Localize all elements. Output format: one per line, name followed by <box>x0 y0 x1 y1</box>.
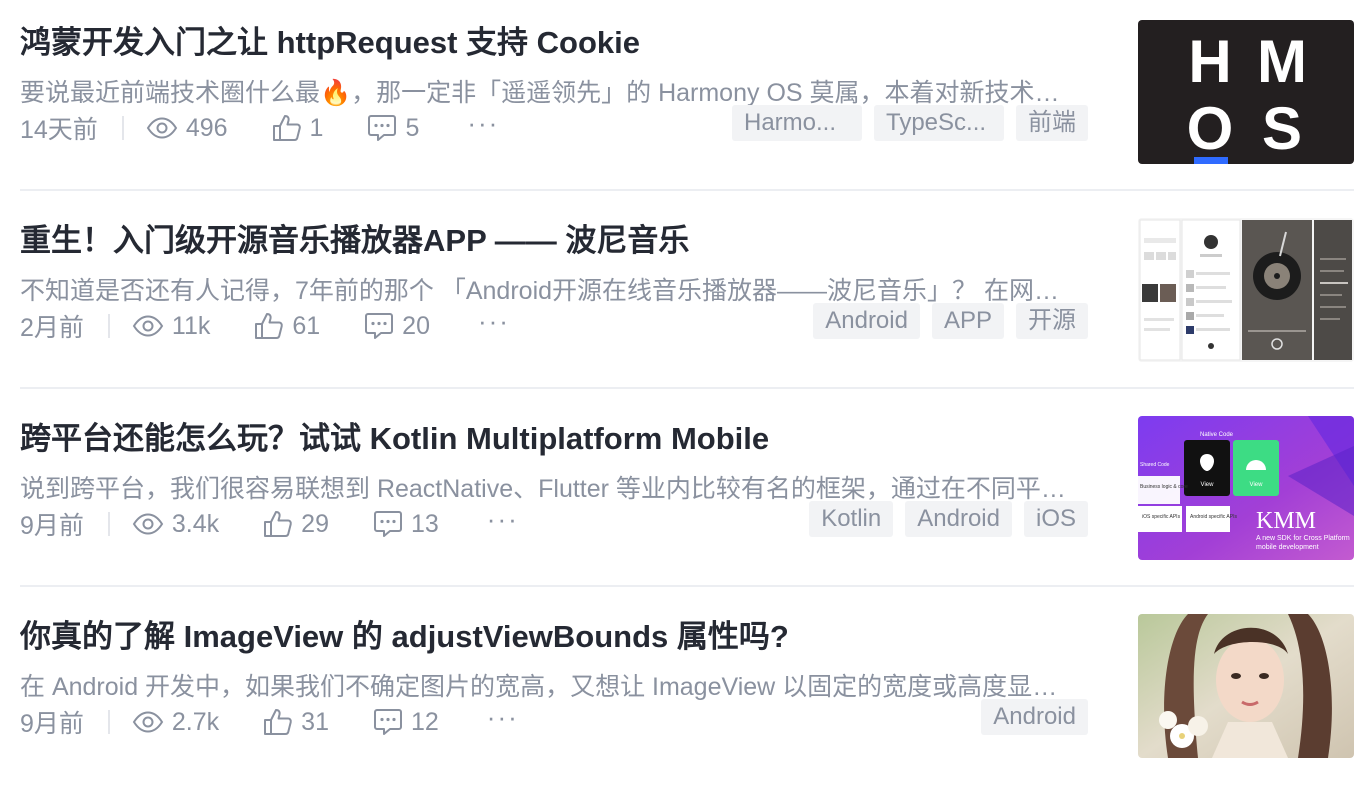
view-count-value: 11k <box>171 311 211 340</box>
tag-list: Android <box>969 699 1088 735</box>
tag-list: Harmo... TypeSc... 前端 <box>720 105 1088 141</box>
thumb-accent-bar <box>1194 157 1228 164</box>
tag[interactable]: Kotlin <box>809 501 894 537</box>
publish-date: 2月前 <box>20 314 84 342</box>
thumb-kmm-subtitle: mobile development <box>1256 544 1319 551</box>
article-meta: 9月前 3.4k 29 13 ··· <box>20 499 519 549</box>
tag-list: Android APP 开源 <box>801 303 1088 339</box>
tag[interactable]: iOS <box>1023 501 1088 537</box>
article-title[interactable]: 重生！入门级开源音乐播放器APP —— 波尼音乐 <box>20 221 1110 261</box>
eye-icon <box>132 513 164 535</box>
article-item[interactable]: 重生！入门级开源音乐播放器APP —— 波尼音乐 不知道是否还有人记得，7年前的… <box>20 198 1354 396</box>
thumb-letter: O <box>1187 95 1234 162</box>
like-button[interactable]: 29 <box>263 510 329 539</box>
eye-icon <box>132 711 164 733</box>
article-title[interactable]: 鸿蒙开发入门之让 httpRequest 支持 Cookie <box>20 23 1110 63</box>
thumb-label: Native Code <box>1200 432 1234 438</box>
view-count: 3.4k <box>132 510 219 539</box>
view-count: 496 <box>146 114 228 143</box>
article-item[interactable]: 跨平台还能怎么玩？试试 Kotlin Multiplatform Mobile … <box>20 396 1354 594</box>
comment-count: 20 <box>402 311 430 340</box>
tag[interactable]: TypeSc... <box>874 105 1004 141</box>
thumb-letter: M <box>1257 28 1307 95</box>
item-divider <box>20 585 1354 587</box>
article-meta: 9月前 2.7k 31 12 ··· <box>20 697 519 747</box>
thumbs-up-icon <box>264 511 292 537</box>
like-button[interactable]: 61 <box>254 312 320 341</box>
article-item[interactable]: 你真的了解 ImageView 的 adjustViewBounds 属性吗? … <box>20 594 1354 792</box>
comment-icon <box>373 709 402 735</box>
item-divider <box>20 387 1354 389</box>
article-item[interactable]: 鸿蒙开发入门之让 httpRequest 支持 Cookie 要说最近前端技术圈… <box>20 0 1354 198</box>
view-count-value: 3.4k <box>171 509 220 538</box>
comment-button[interactable]: 20 <box>364 312 430 341</box>
thumbs-up-icon <box>264 709 292 735</box>
item-divider <box>20 189 1354 191</box>
thumbs-up-icon <box>255 313 284 339</box>
publish-date: 9月前 <box>20 710 84 738</box>
tag[interactable]: 开源 <box>1016 303 1088 339</box>
article-meta: 2月前 11k 61 20 ··· <box>20 301 510 351</box>
tag[interactable]: Android <box>813 303 920 339</box>
tag-list: Kotlin Android iOS <box>797 501 1088 537</box>
comment-icon <box>373 511 402 537</box>
meta-divider <box>121 116 124 140</box>
thumb-letter: S <box>1262 95 1302 162</box>
meta-divider <box>107 512 110 536</box>
comment-count: 5 <box>405 113 420 142</box>
tag[interactable]: APP <box>931 303 1004 339</box>
article-thumbnail[interactable]: H M O S <box>1138 20 1354 164</box>
like-button[interactable]: 31 <box>263 708 329 737</box>
eye-icon <box>146 117 177 139</box>
more-options-icon[interactable]: ··· <box>487 704 519 737</box>
publish-date: 14天前 <box>20 116 98 144</box>
like-count: 31 <box>301 707 329 736</box>
thumb-label: iOS specific APIs <box>1142 514 1181 520</box>
eye-icon <box>132 315 164 337</box>
article-thumbnail[interactable] <box>1138 218 1354 362</box>
more-options-icon[interactable]: ··· <box>487 506 519 539</box>
tag[interactable]: 前端 <box>1016 105 1088 141</box>
view-count-value: 2.7k <box>171 707 220 736</box>
comment-icon <box>365 313 394 339</box>
comment-button[interactable]: 13 <box>373 510 439 539</box>
like-count: 1 <box>309 113 324 142</box>
thumb-label: Business logic & core <box>1140 484 1188 490</box>
publish-date: 9月前 <box>20 512 84 540</box>
thumb-kmm-title: KMM <box>1256 508 1316 534</box>
view-count-value: 496 <box>185 113 228 142</box>
like-count: 61 <box>292 311 321 340</box>
thumb-kmm-subtitle: A new SDK for Cross Platform <box>1256 535 1350 542</box>
tag[interactable]: Android <box>981 699 1088 735</box>
thumb-label: Android specific APIs <box>1190 514 1237 520</box>
thumb-letter: H <box>1188 28 1231 95</box>
article-title[interactable]: 你真的了解 ImageView 的 adjustViewBounds 属性吗? <box>20 617 1110 657</box>
thumb-label: View <box>1250 482 1264 488</box>
comment-button[interactable]: 12 <box>373 708 439 737</box>
comment-count: 12 <box>410 707 439 736</box>
more-options-icon[interactable]: ··· <box>467 110 499 143</box>
article-thumbnail[interactable] <box>1138 614 1354 758</box>
view-count: 2.7k <box>132 708 219 737</box>
comment-button[interactable]: 5 <box>367 114 419 143</box>
meta-divider <box>107 314 110 338</box>
more-options-icon[interactable]: ··· <box>478 308 510 341</box>
article-thumbnail[interactable]: Native Code Shared Code View View Busine… <box>1138 416 1354 560</box>
comment-icon <box>368 115 397 141</box>
thumbs-up-icon <box>272 115 301 141</box>
thumb-label: View <box>1201 482 1215 488</box>
meta-divider <box>107 710 110 734</box>
comment-count: 13 <box>410 509 439 538</box>
tag[interactable]: Android <box>905 501 1012 537</box>
article-meta: 14天前 496 1 5 ··· <box>20 103 499 153</box>
thumb-label: Shared Code <box>1140 462 1170 468</box>
view-count: 11k <box>132 312 210 341</box>
article-title[interactable]: 跨平台还能怎么玩？试试 Kotlin Multiplatform Mobile <box>20 419 1110 459</box>
like-button[interactable]: 1 <box>272 113 324 143</box>
tag[interactable]: Harmo... <box>732 105 862 141</box>
like-count: 29 <box>301 509 329 538</box>
